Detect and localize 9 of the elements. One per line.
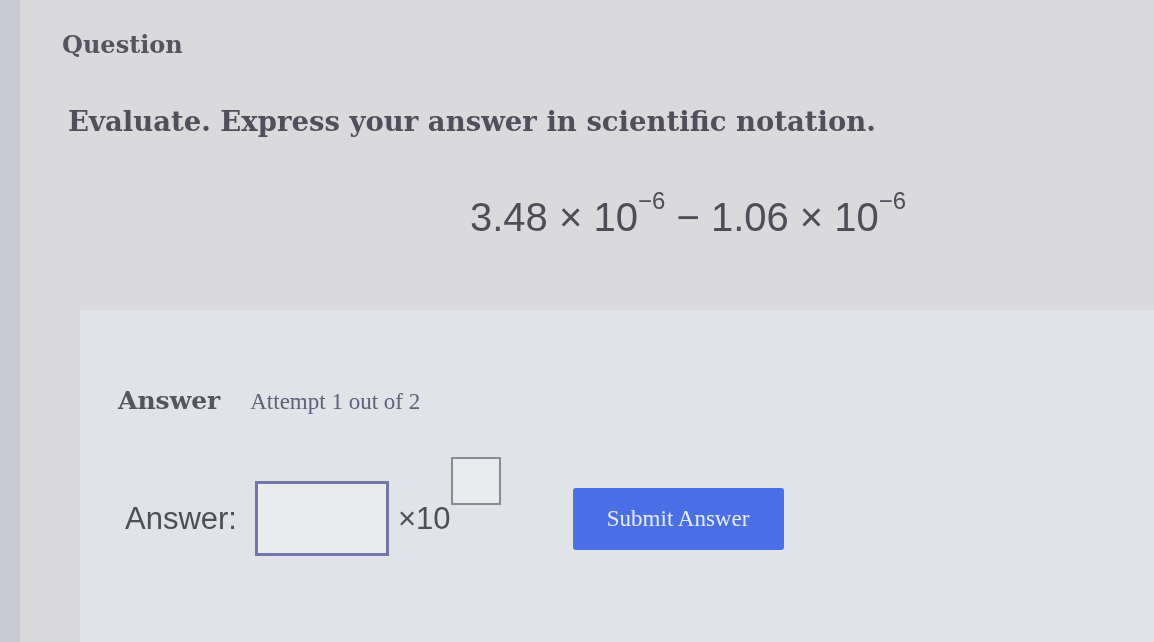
answer-label: Answer:	[125, 500, 237, 537]
times-ten-label: ×10	[398, 500, 451, 537]
question-prompt: Evaluate. Express your answer in scientific notation.	[68, 105, 876, 137]
attempt-counter: Attempt 1 out of 2	[250, 389, 421, 415]
exponent-input-field[interactable]	[450, 457, 501, 505]
answer-heading: Answer	[118, 386, 221, 415]
submit-answer-button[interactable]: Submit Answer	[572, 487, 784, 550]
coefficient-input-field[interactable]	[255, 481, 389, 556]
question-heading: Question	[62, 30, 183, 59]
